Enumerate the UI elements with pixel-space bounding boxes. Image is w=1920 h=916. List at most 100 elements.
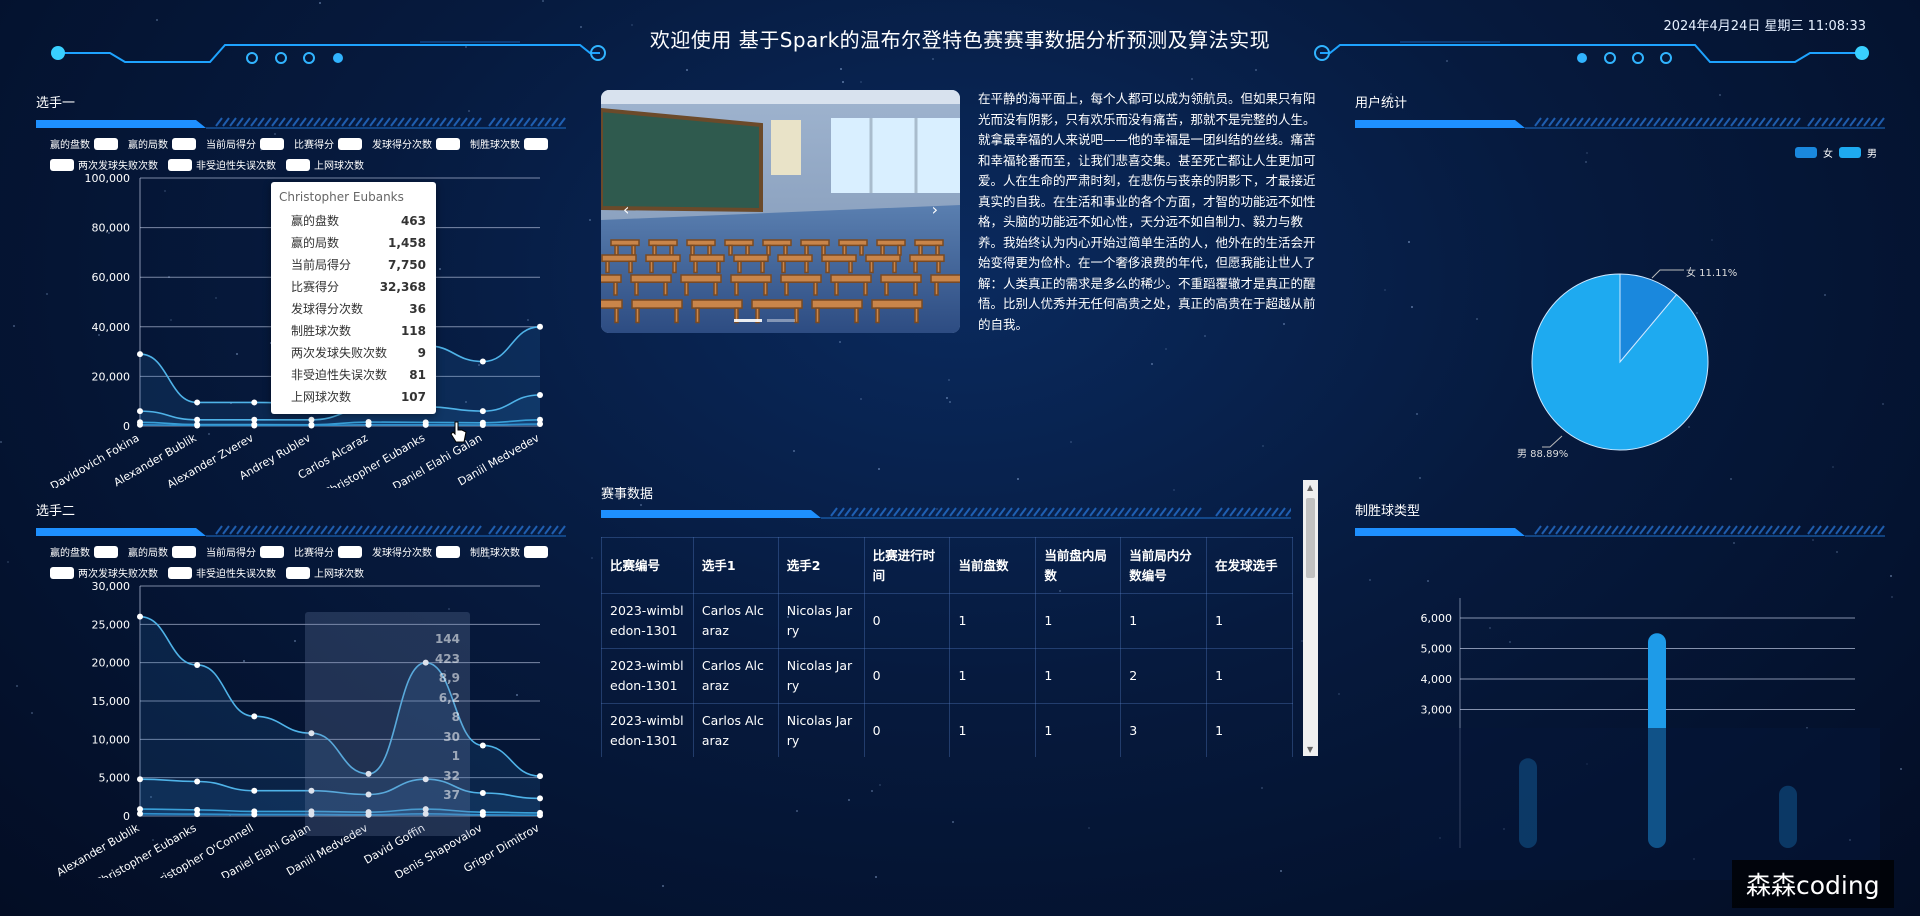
hatch-mark bbox=[488, 117, 496, 127]
desk-leg bbox=[669, 244, 674, 256]
carousel-prev-button[interactable]: ‹ bbox=[623, 200, 629, 219]
series-point[interactable] bbox=[479, 408, 486, 415]
series-point[interactable] bbox=[251, 811, 258, 818]
hatch-mark bbox=[299, 117, 307, 127]
hatch-mark bbox=[1618, 117, 1626, 127]
hatch-mark bbox=[502, 525, 510, 535]
desk bbox=[630, 274, 672, 283]
legend-item[interactable]: 当前局得分 bbox=[206, 544, 284, 559]
series-point[interactable] bbox=[308, 422, 315, 429]
legend-swatch bbox=[286, 158, 310, 171]
legend-swatch bbox=[94, 545, 118, 558]
series-point[interactable] bbox=[137, 613, 143, 620]
series-point[interactable] bbox=[251, 422, 258, 429]
series-point[interactable] bbox=[194, 661, 201, 668]
series-point[interactable] bbox=[479, 742, 486, 749]
legend-item[interactable]: 比赛得分 bbox=[294, 136, 362, 151]
series-point[interactable] bbox=[194, 422, 201, 429]
star bbox=[1369, 579, 1371, 581]
scrollbar-thumb[interactable] bbox=[1306, 498, 1315, 578]
table-cell: 0 bbox=[863, 648, 951, 704]
scroll-down-icon[interactable]: ▼ bbox=[1307, 745, 1313, 754]
series-point[interactable] bbox=[479, 358, 486, 365]
legend-item[interactable]: 当前局得分 bbox=[206, 136, 284, 151]
legend-item[interactable]: 发球得分次数 bbox=[372, 544, 460, 559]
table-row[interactable]: 2023-wimbledon-1301 Carlos Alcaraz Nicolas… bbox=[601, 703, 1293, 757]
star bbox=[1416, 413, 1418, 415]
hatch-mark bbox=[1807, 525, 1815, 535]
series-point[interactable] bbox=[537, 323, 543, 330]
series-point[interactable] bbox=[479, 811, 486, 818]
series-point[interactable] bbox=[251, 787, 258, 794]
hatch-mark bbox=[1688, 525, 1696, 535]
column-header[interactable]: 当前盘数 bbox=[949, 537, 1037, 594]
hatch-mark bbox=[1730, 117, 1738, 127]
tooltip-label: 发球得分次数 bbox=[291, 302, 364, 316]
desk bbox=[631, 299, 683, 309]
series-point[interactable] bbox=[194, 811, 201, 818]
hatch-mark bbox=[1103, 507, 1111, 517]
legend-item[interactable]: 赢的局数 bbox=[128, 544, 196, 559]
column-header[interactable]: 比赛进行时间 bbox=[863, 537, 951, 594]
series-point[interactable] bbox=[537, 392, 543, 398]
legend-swatch bbox=[168, 566, 192, 579]
star bbox=[1384, 289, 1386, 291]
datetime-display: 2024年4月24日 星期三 11:08:33 bbox=[1663, 19, 1866, 34]
series-point[interactable] bbox=[537, 812, 543, 819]
legend-item[interactable]: 比赛得分 bbox=[294, 544, 362, 559]
series-point[interactable] bbox=[194, 778, 201, 785]
series-point[interactable] bbox=[137, 408, 143, 415]
hatch-mark bbox=[1744, 525, 1752, 535]
series-point[interactable] bbox=[365, 421, 372, 428]
column-header[interactable]: 在发球选手 bbox=[1206, 537, 1293, 594]
hatch-mark bbox=[376, 525, 384, 535]
column-header[interactable]: 当前局内分数编号 bbox=[1120, 537, 1208, 594]
hatch-mark bbox=[1863, 525, 1871, 535]
matches-scrollbar[interactable]: ▲ ▼ bbox=[1303, 480, 1318, 756]
series-point[interactable] bbox=[137, 421, 143, 428]
legend-item[interactable]: 发球得分次数 bbox=[372, 136, 460, 151]
carousel-next-button[interactable]: › bbox=[932, 200, 938, 219]
legend-item[interactable]: 赢的局数 bbox=[128, 136, 196, 151]
series-point[interactable] bbox=[537, 773, 543, 780]
series-point[interactable] bbox=[479, 422, 486, 429]
users-legend[interactable]: 女 男 bbox=[1795, 145, 1877, 160]
column-header[interactable]: 当前盘内局数 bbox=[1035, 537, 1122, 594]
series-point[interactable] bbox=[194, 399, 201, 406]
scroll-up-icon[interactable]: ▲ bbox=[1307, 483, 1313, 492]
player1-legend[interactable]: 赢的盘数 赢的局数 当前局得分 比赛得分 发球得分次数 制胜球次数 两次发球失败次数 非受迫性… bbox=[50, 136, 570, 172]
legend-item[interactable]: 制胜球次数 bbox=[470, 136, 548, 151]
legend-item[interactable]: 制胜球次数 bbox=[470, 544, 548, 559]
series-point[interactable] bbox=[479, 790, 486, 796]
legend-item[interactable]: 赢的盘数 bbox=[50, 544, 118, 559]
player2-legend[interactable]: 赢的盘数 赢的局数 当前局得分 比赛得分 发球得分次数 制胜球次数 两次发球失败次数 非受迫性… bbox=[50, 544, 570, 580]
legend-swatch bbox=[260, 137, 284, 150]
series-point[interactable] bbox=[137, 351, 143, 358]
hatch-mark bbox=[1632, 117, 1640, 127]
series-point[interactable] bbox=[537, 795, 543, 802]
series-point[interactable] bbox=[251, 713, 258, 720]
legend-item[interactable]: 赢的盘数 bbox=[50, 136, 118, 151]
series-point[interactable] bbox=[422, 421, 429, 428]
table-row[interactable]: 2023-wimbledon-1301 Carlos Alcaraz Nicolas… bbox=[601, 593, 1293, 649]
series-point[interactable] bbox=[537, 421, 543, 428]
star bbox=[7, 561, 9, 563]
matches-table-wrapper[interactable]: 比赛编号 选手1 选手2 比赛进行时间 当前盘数 当前盘内局数 当前局内分数编号 在发球选手 … bbox=[601, 537, 1293, 757]
column-header[interactable]: 比赛编号 bbox=[601, 537, 694, 594]
desk-leg bbox=[804, 260, 809, 274]
column-header[interactable]: 选手1 bbox=[692, 537, 779, 594]
table-row[interactable]: 2023-wimbledon-1301 Carlos Alcaraz Nicolas… bbox=[601, 648, 1293, 704]
series-point[interactable] bbox=[137, 776, 143, 783]
star bbox=[1824, 294, 1826, 296]
hatch-mark bbox=[1061, 507, 1069, 517]
classroom-carousel[interactable]: ‹ › bbox=[601, 90, 960, 333]
column-header[interactable]: 选手2 bbox=[777, 537, 865, 594]
desk bbox=[689, 254, 725, 263]
legend-label: 比赛得分 bbox=[294, 140, 334, 151]
series-point[interactable] bbox=[251, 399, 258, 406]
pie-slice[interactable] bbox=[1531, 273, 1709, 451]
star bbox=[274, 133, 276, 135]
hatch-mark bbox=[250, 525, 258, 535]
hatch-mark bbox=[1625, 117, 1633, 127]
series-point[interactable] bbox=[137, 810, 143, 817]
